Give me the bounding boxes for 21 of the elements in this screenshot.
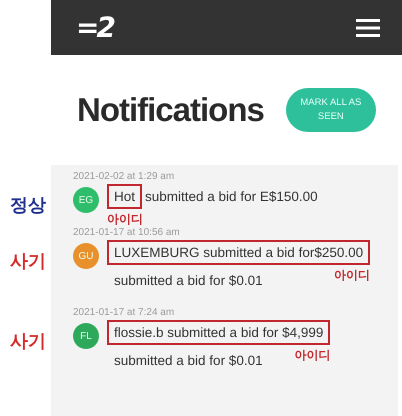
avatar: GU	[73, 243, 99, 269]
menu-icon[interactable]	[356, 18, 380, 36]
annotation-label: 사기	[10, 250, 46, 273]
highlighted-text: Hot	[107, 184, 142, 209]
logo[interactable]: =2	[76, 11, 113, 44]
annotation-label: 정상	[10, 194, 46, 217]
timestamp: 2021-01-17 at 10:56 am	[73, 227, 181, 238]
timestamp: 2021-02-02 at 1:29 am	[73, 171, 176, 182]
avatar: FL	[73, 323, 99, 349]
message-text: submitted a bid for E$150.00	[144, 188, 319, 206]
highlighted-text: flossie.b submitted a bid for $4,999	[107, 320, 330, 345]
highlighted-text: LUXEMBURG submitted a bid for$250.00	[107, 240, 370, 265]
message-text: submitted a bid for $0.01	[113, 352, 264, 370]
annotation-label: 사기	[10, 330, 46, 353]
avatar: EG	[73, 187, 99, 213]
annotation-tag: 아이디	[107, 211, 143, 228]
page-title: Notifications	[77, 91, 264, 129]
annotation-tag: 아이디	[334, 267, 370, 284]
timestamp: 2021-01-17 at 7:24 am	[73, 307, 176, 318]
message-text: submitted a bid for $0.01	[113, 272, 264, 290]
annotation-tag: 아이디	[294, 347, 330, 364]
